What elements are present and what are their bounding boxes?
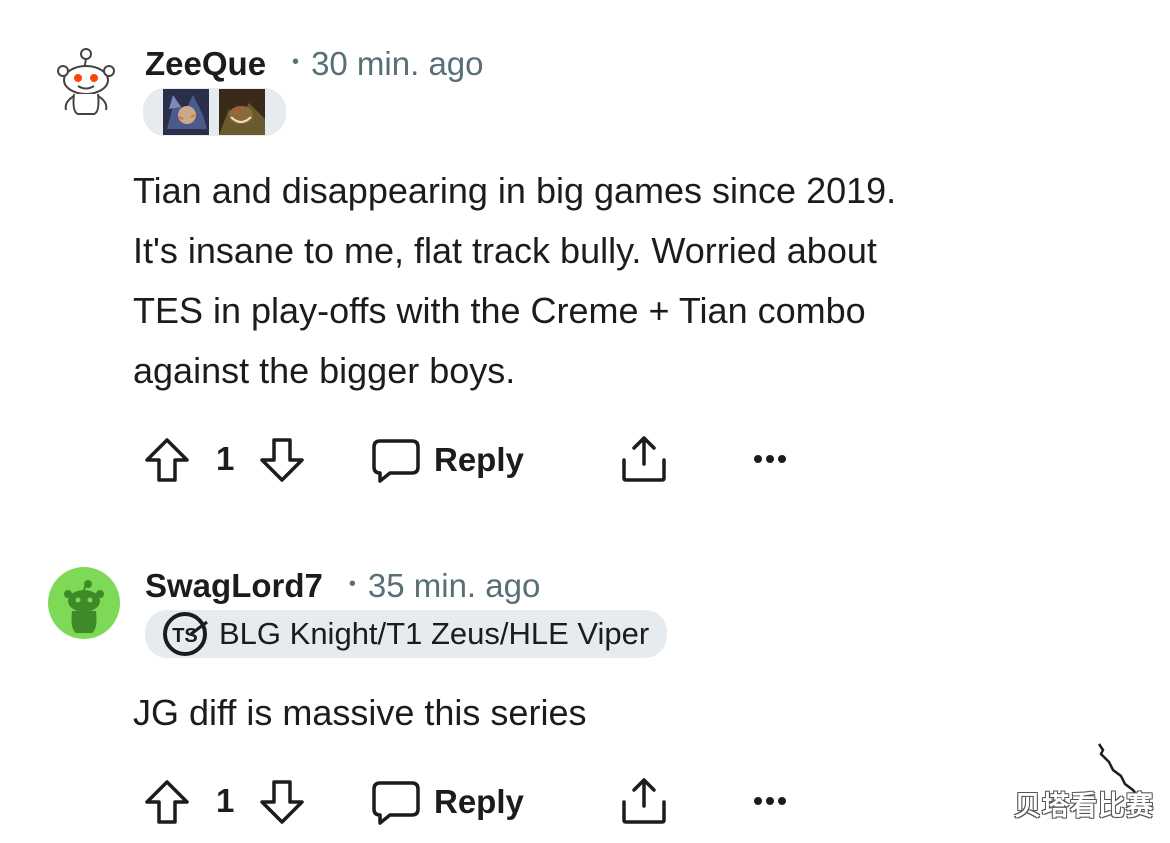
more-icon: [754, 455, 786, 463]
comment-body-line: JG diff is massive this series: [133, 692, 587, 733]
comment-actions: 1 Reply: [0, 772, 1170, 832]
reply-button[interactable]: Reply: [372, 779, 524, 825]
vote-count: 1: [216, 782, 234, 820]
reddit-snoo-icon: [48, 567, 120, 639]
reply-label: Reply: [434, 783, 524, 820]
flair-text: BLG Knight/T1 Zeus/HLE Viper: [219, 616, 650, 651]
downvote-icon: [260, 780, 304, 824]
user-flair: TS BLG Knight/T1 Zeus/HLE Viper: [145, 610, 668, 658]
more-options-button[interactable]: [753, 454, 787, 464]
username[interactable]: SwagLord7: [145, 567, 323, 605]
separator-dot: •: [292, 50, 300, 73]
champion-portrait-icon: [219, 89, 265, 135]
timestamp[interactable]: 35 min. ago: [368, 567, 540, 605]
downvote-button[interactable]: [258, 436, 306, 484]
share-button[interactable]: [620, 434, 668, 484]
more-icon: [754, 797, 786, 805]
vote-count: 1: [216, 440, 234, 478]
downvote-button[interactable]: [258, 778, 306, 826]
upvote-button[interactable]: [143, 436, 191, 484]
comment-body-line: against the bigger boys.: [133, 350, 516, 391]
user-flair: [143, 88, 286, 136]
vote-count-value: 1: [216, 782, 235, 819]
comment-bubble-icon: [372, 439, 420, 483]
comment-body-line: TES in play-offs with the Creme + Tian c…: [133, 290, 866, 331]
svg-text:TS: TS: [172, 625, 198, 647]
comment-body: JG diff is massive this series: [133, 683, 586, 743]
comment-bubble-icon: [372, 781, 420, 825]
watermark: 贝塔看比赛: [1014, 791, 1154, 822]
upvote-icon: [145, 780, 189, 824]
champion-portrait-icon: [163, 89, 209, 135]
comment-actions: 1 Reply: [0, 430, 1170, 490]
timestamp[interactable]: 30 min. ago: [311, 45, 483, 83]
comment-meta: ZeeQue • 30 min. ago: [145, 44, 484, 84]
upvote-button[interactable]: [143, 778, 191, 826]
separator-dot: •: [348, 572, 356, 595]
upvote-icon: [145, 438, 189, 482]
more-options-button[interactable]: [753, 796, 787, 806]
share-icon: [622, 778, 666, 824]
comment-body-line: Tian and disappearing in big games since…: [133, 170, 897, 211]
avatar[interactable]: [50, 44, 122, 116]
share-icon: [622, 436, 666, 482]
vote-count-value: 1: [216, 440, 235, 477]
username[interactable]: ZeeQue: [145, 45, 266, 83]
tsm-logo-icon: TS: [163, 612, 208, 656]
share-button[interactable]: [620, 776, 668, 826]
reddit-snoo-icon: [57, 48, 115, 115]
reply-label: Reply: [434, 441, 524, 478]
comment-meta: SwagLord7 • 35 min. ago: [145, 566, 540, 606]
reply-button[interactable]: Reply: [372, 437, 524, 483]
comment-body-line: It's insane to me, flat track bully. Wor…: [133, 230, 877, 271]
avatar[interactable]: [48, 567, 120, 639]
downvote-icon: [260, 438, 304, 482]
comment-body: Tian and disappearing in big games since…: [133, 161, 896, 401]
